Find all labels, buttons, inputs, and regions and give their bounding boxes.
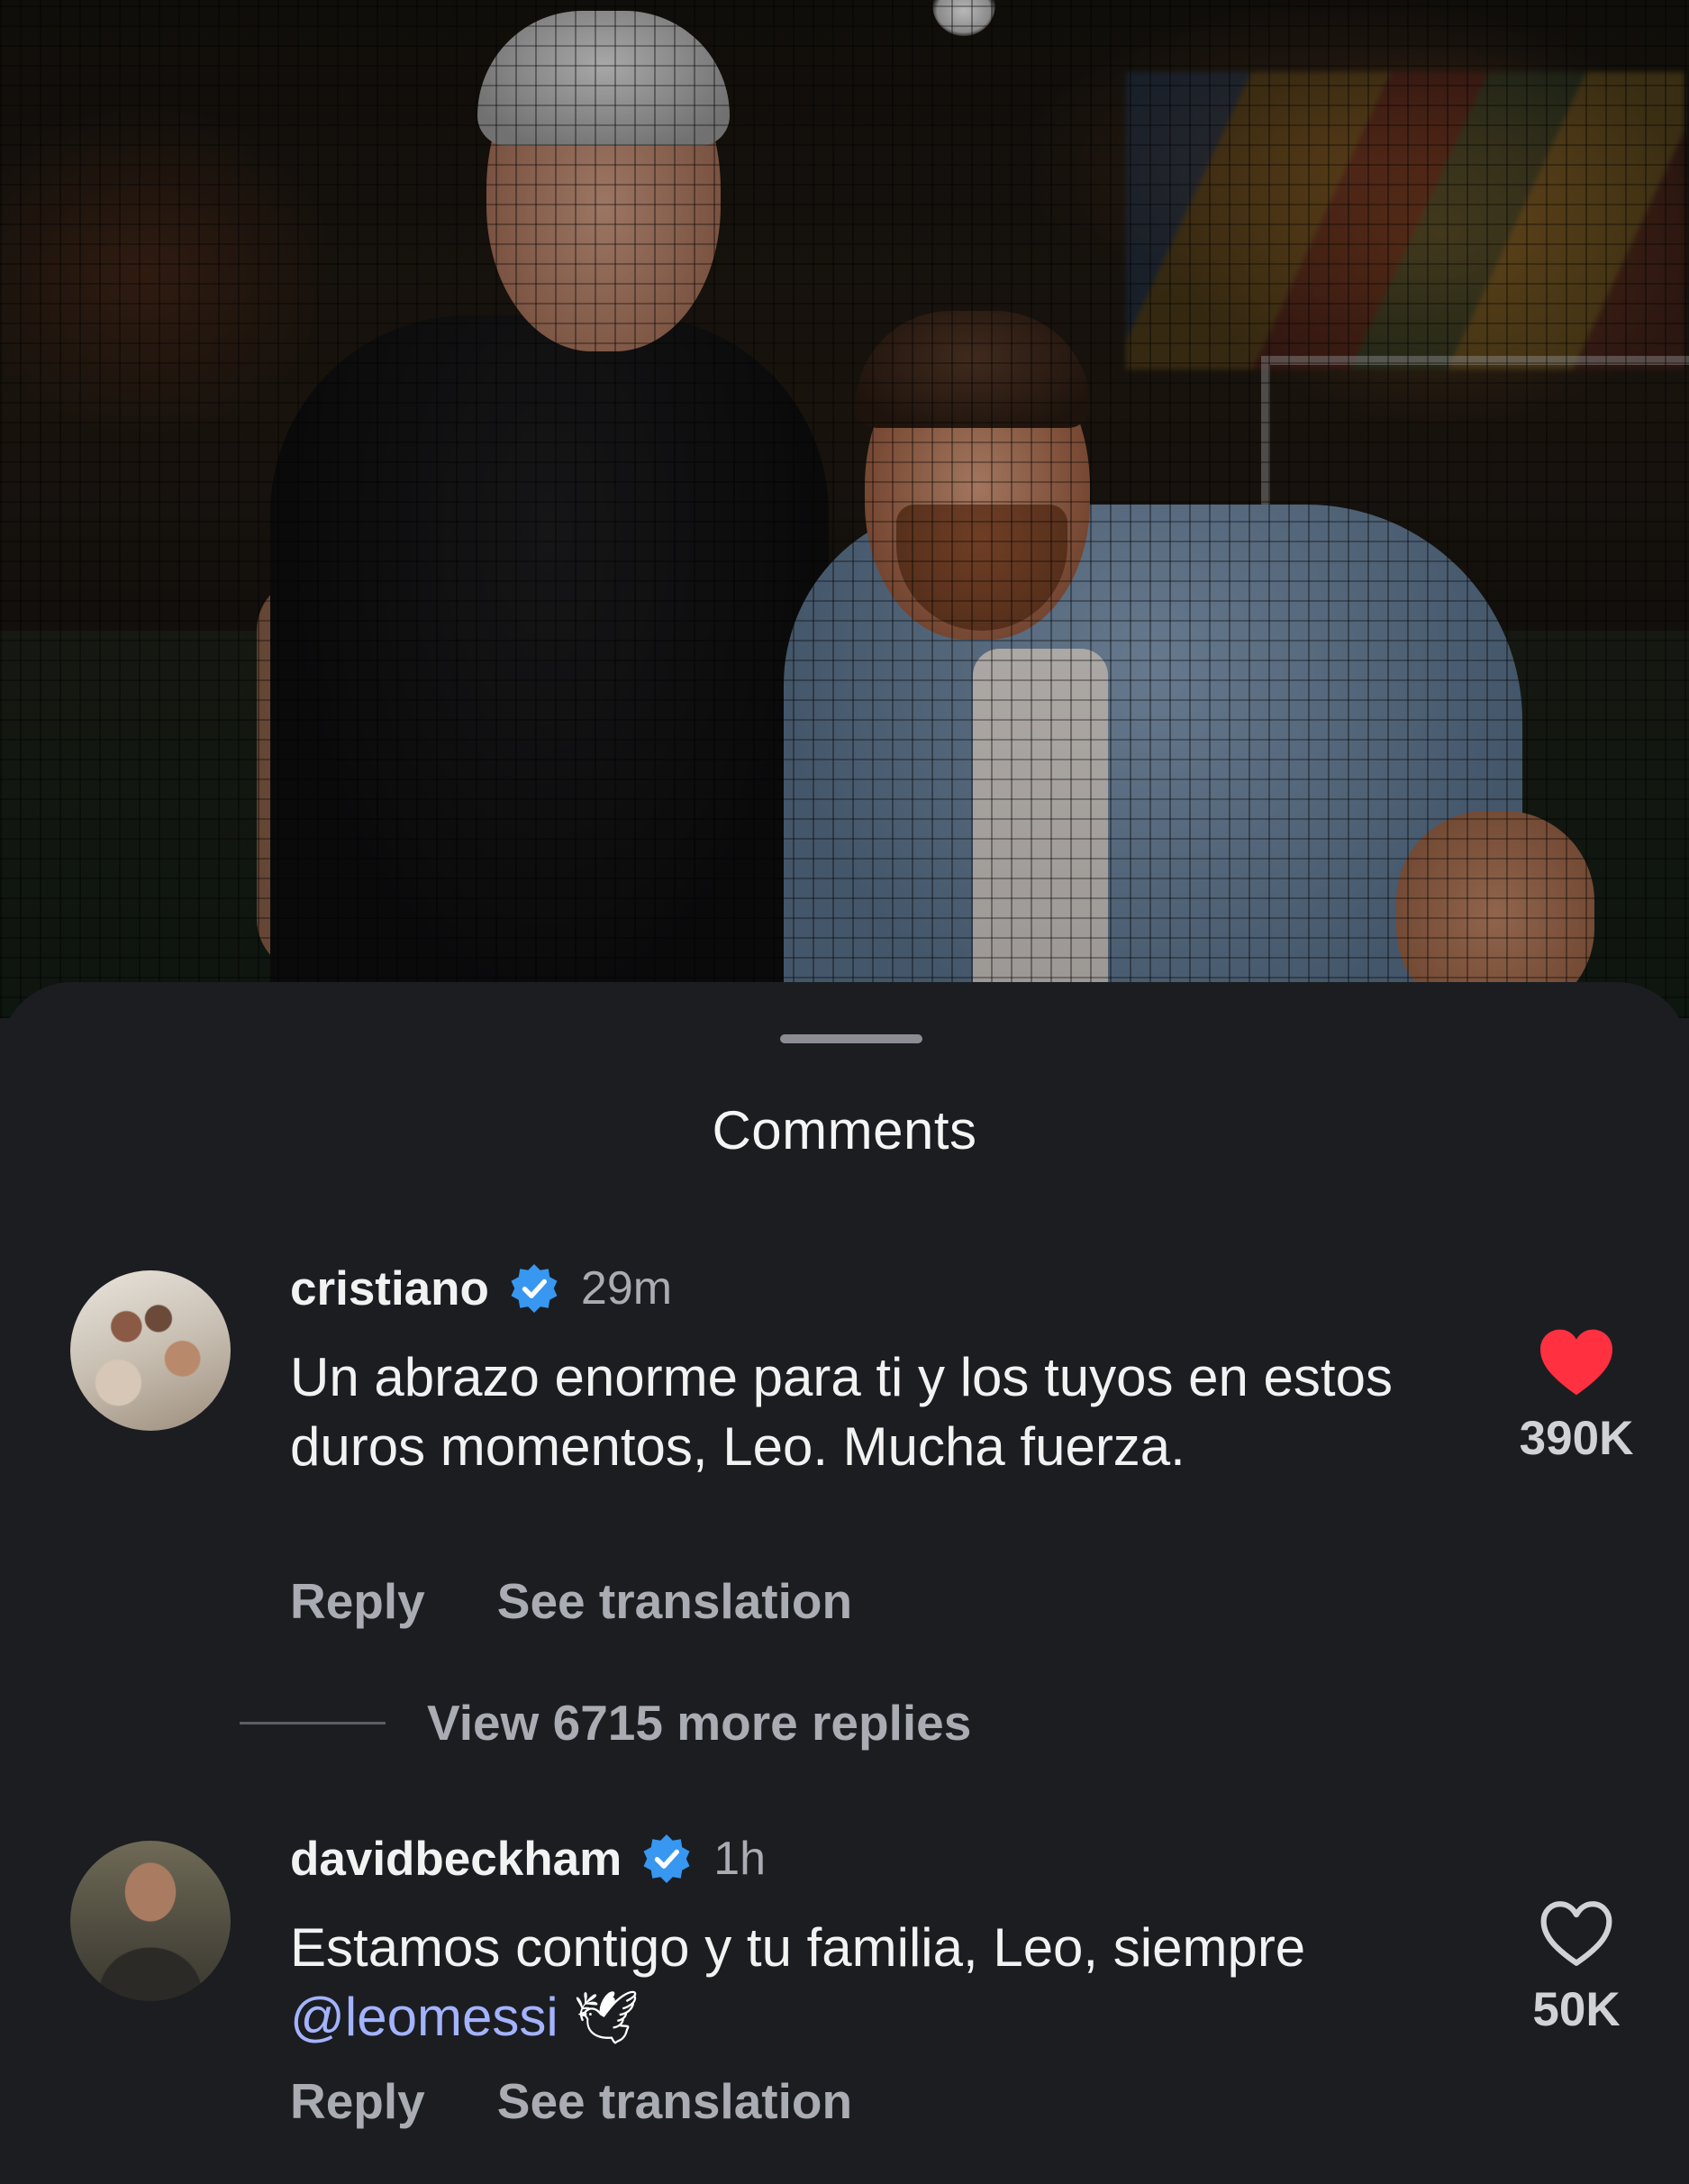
comment-username[interactable]: davidbeckham [290,1832,622,1887]
like-control[interactable]: 390K [1459,1326,1689,1466]
reply-button[interactable]: Reply [290,1572,425,1630]
comment-meta: cristiano 29m [290,1257,672,1320]
instagram-post-comments-screen: Comments cristiano 29m Un abrazo enorme … [0,0,1689,2184]
view-more-replies-label[interactable]: View 6715 more replies [427,1694,971,1752]
see-translation-button[interactable]: See translation [497,2072,852,2130]
sheet-title: Comments [712,1100,977,1160]
heart-outline-icon[interactable] [1536,1897,1617,1970]
comment-text: Estamos contigo y tu familia, Leo, siemp… [290,1913,1461,2052]
sheet-drag-handle[interactable] [780,1034,922,1043]
like-count: 390K [1519,1412,1634,1465]
verified-badge-icon [511,1264,558,1313]
dove-emoji: 🕊 [573,1988,640,2047]
comment-actions: Reply See translation [290,2072,852,2130]
comment-meta: davidbeckham 1h [290,1827,766,1890]
mention-link[interactable]: @leomessi [290,1987,558,2047]
reply-button[interactable]: Reply [290,2072,425,2130]
comment-text: Un abrazo enorme para ti y los tuyos en … [290,1347,1393,1477]
comments-sheet: Comments cristiano 29m Un abrazo enorme … [0,982,1689,2184]
heart-filled-icon[interactable] [1536,1326,1617,1398]
avatar[interactable] [70,1270,231,1431]
post-photo[interactable] [0,0,1689,1018]
avatar[interactable] [70,1841,231,2001]
like-count: 50K [1532,1983,1621,2036]
see-translation-button[interactable]: See translation [497,1572,852,1630]
comment-username[interactable]: cristiano [290,1261,489,1316]
comment-text-body: Estamos contigo y tu familia, Leo, siemp… [290,1917,1306,1978]
view-more-replies[interactable]: View 6715 more replies [240,1694,971,1752]
like-control[interactable]: 50K [1459,1897,1689,2037]
replies-divider-line [240,1721,386,1724]
verified-badge-icon [643,1834,690,1883]
comment-timestamp: 29m [580,1262,673,1315]
comment-timestamp: 1h [713,1833,767,1885]
comment-actions: Reply See translation [290,1572,852,1630]
